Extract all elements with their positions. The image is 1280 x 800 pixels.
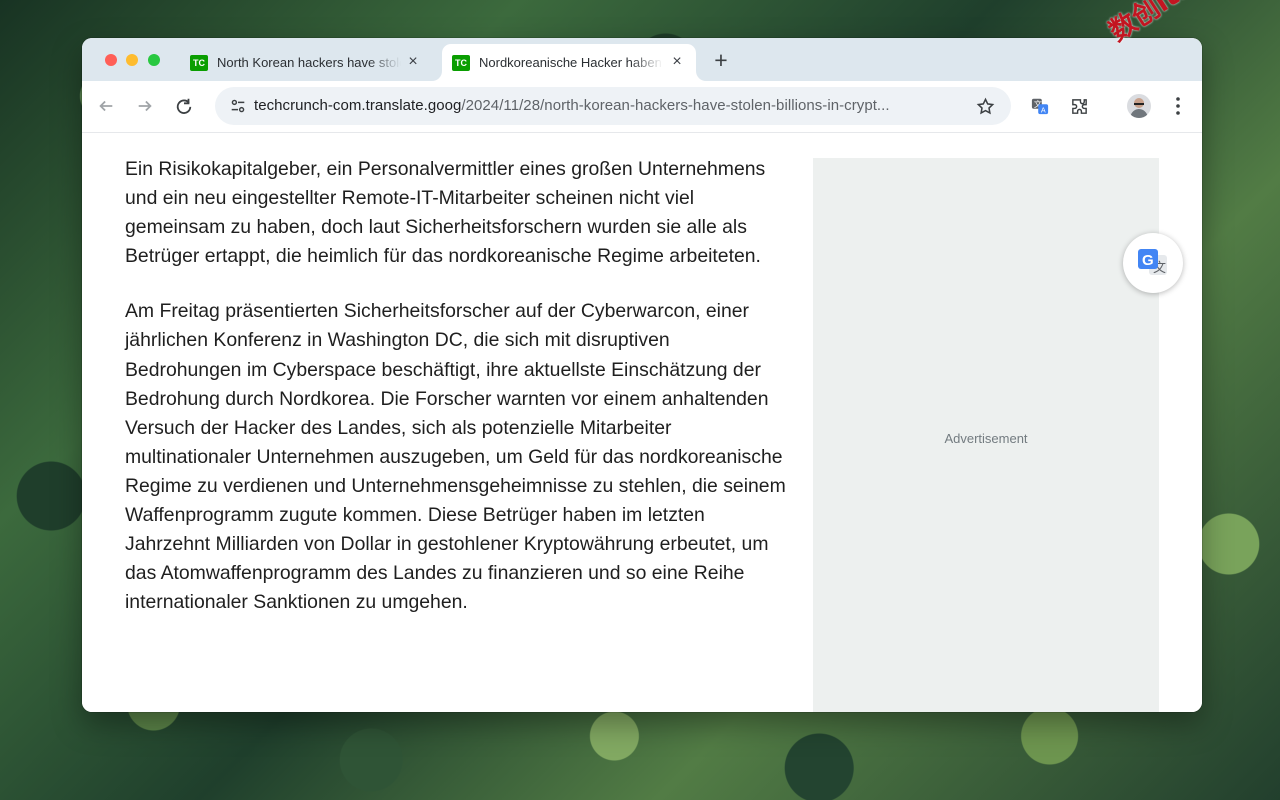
google-translate-button[interactable]: 文 G xyxy=(1123,233,1183,293)
techcrunch-favicon-icon: TC xyxy=(452,54,470,71)
tab-north-korean-hackers[interactable]: TC North Korean hackers have stolen bill… xyxy=(180,44,432,81)
more-menu-icon[interactable] xyxy=(1167,95,1189,117)
page-content: Ein Risikokapitalgeber, ein Personalverm… xyxy=(82,133,1202,712)
site-settings-icon[interactable] xyxy=(229,97,247,115)
back-icon[interactable] xyxy=(95,95,117,117)
techcrunch-favicon-icon: TC xyxy=(190,54,208,71)
tab-bar: TC North Korean hackers have stolen bill… xyxy=(82,38,1202,81)
profile-avatar[interactable] xyxy=(1127,94,1151,118)
google-translate-icon: 文 G xyxy=(1138,249,1167,276)
url-path: /2024/11/28/north-korean-hackers-have-st… xyxy=(461,97,890,114)
close-window-button[interactable] xyxy=(105,54,117,66)
browser-window: TC North Korean hackers have stolen bill… xyxy=(82,38,1202,712)
extensions-puzzle-icon[interactable] xyxy=(1068,95,1090,117)
translate-extension-icon[interactable]: 文 A xyxy=(1029,95,1051,117)
url-text[interactable]: techcrunch-com.translate.goog/2024/11/28… xyxy=(254,97,964,117)
minimize-window-button[interactable] xyxy=(126,54,138,66)
close-tab-icon[interactable]: × xyxy=(405,54,421,70)
tab-nordkoreanische-hacker[interactable]: TC Nordkoreanische Hacker haben × xyxy=(442,44,696,81)
svg-text:G: G xyxy=(1142,252,1154,269)
svg-text:A: A xyxy=(1041,105,1046,114)
close-tab-icon[interactable]: × xyxy=(669,54,685,70)
article-body: Ein Risikokapitalgeber, ein Personalverm… xyxy=(125,155,789,643)
browser-toolbar: techcrunch-com.translate.goog/2024/11/28… xyxy=(82,81,1202,133)
reload-icon[interactable] xyxy=(173,95,195,117)
zoom-window-button[interactable] xyxy=(148,54,160,66)
address-bar[interactable]: techcrunch-com.translate.goog/2024/11/28… xyxy=(215,87,1011,125)
article-paragraph: Am Freitag präsentierten Sicherheitsfors… xyxy=(125,300,786,614)
forward-icon[interactable] xyxy=(134,95,156,117)
tab-title: North Korean hackers have stolen billion… xyxy=(217,55,401,70)
article-paragraph: Ein Risikokapitalgeber, ein Personalverm… xyxy=(125,158,766,268)
tab-title: Nordkoreanische Hacker haben xyxy=(479,55,662,70)
advertisement-label: Advertisement xyxy=(944,430,1028,446)
advertisement-placeholder: Advertisement xyxy=(813,158,1159,712)
bookmark-star-icon[interactable] xyxy=(975,96,995,116)
new-tab-button[interactable]: + xyxy=(709,48,733,72)
url-domain: techcrunch-com.translate.goog xyxy=(254,97,462,114)
